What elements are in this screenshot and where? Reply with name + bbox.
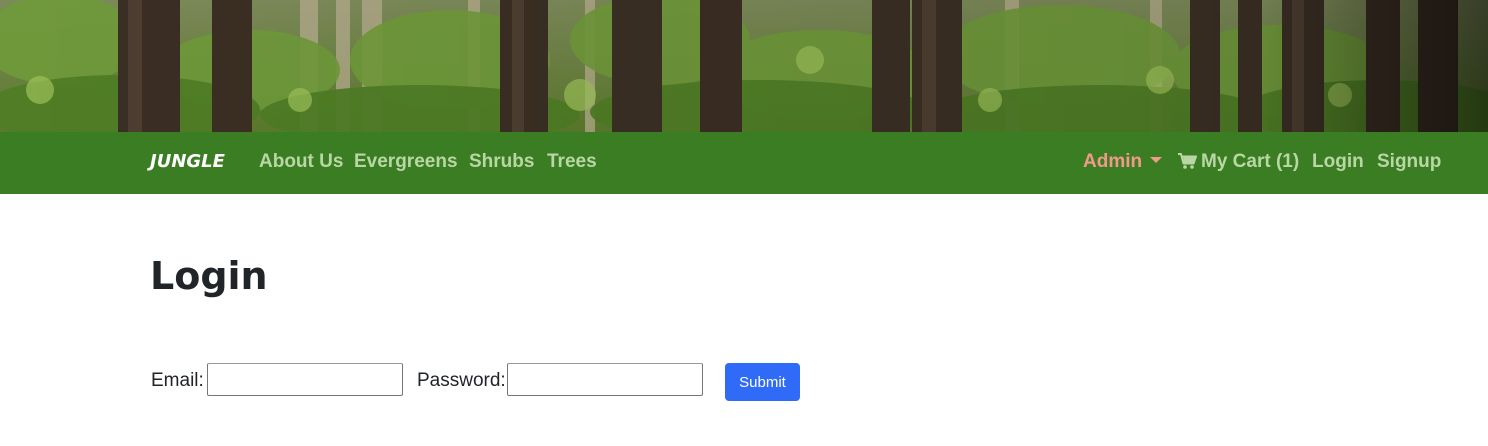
forest-banner-image: [0, 0, 1488, 132]
nav-link-signup[interactable]: Signup: [1377, 151, 1441, 173]
nav-link-login[interactable]: Login: [1312, 151, 1364, 173]
nav-link-about-us[interactable]: About Us: [259, 151, 343, 173]
email-label: Email:: [151, 370, 204, 391]
submit-button[interactable]: Submit: [725, 363, 800, 401]
brand-logo[interactable]: JUNGLE: [150, 151, 225, 172]
cart-icon: [1178, 153, 1197, 175]
main-navbar: JUNGLE About Us Evergreens Shrubs Trees …: [0, 132, 1488, 194]
password-field[interactable]: [507, 363, 703, 396]
caret-down-icon: [1150, 157, 1163, 163]
nav-link-trees[interactable]: Trees: [547, 151, 597, 173]
nav-link-evergreens[interactable]: Evergreens: [354, 151, 458, 173]
page-title: Login: [150, 254, 268, 298]
nav-link-shrubs[interactable]: Shrubs: [469, 151, 534, 173]
admin-dropdown[interactable]: Admin: [1083, 151, 1163, 173]
nav-link-cart[interactable]: My Cart (1): [1178, 151, 1299, 175]
admin-dropdown-label: Admin: [1083, 151, 1143, 172]
password-label: Password:: [417, 370, 506, 391]
cart-label: My Cart (1): [1201, 151, 1300, 172]
email-field[interactable]: [207, 363, 403, 396]
